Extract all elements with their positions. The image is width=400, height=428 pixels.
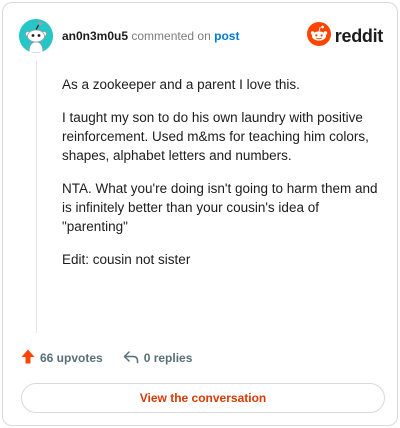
reddit-brand[interactable]: reddit <box>306 21 384 51</box>
comment-card: an0n3m0u5 commented on post reddit As a … <box>2 2 398 426</box>
reply-count: 0 replies <box>143 351 193 365</box>
thread-line <box>36 61 37 333</box>
upvote-button[interactable]: 66 upvotes <box>21 349 103 367</box>
upvote-arrow-icon <box>21 349 35 367</box>
comment-body: As a zookeeper and a parent I love this.… <box>62 75 382 283</box>
reply-button[interactable]: 0 replies <box>123 350 193 367</box>
snoo-avatar-icon[interactable] <box>19 19 53 53</box>
comment-paragraph: I taught my son to do his own laundry wi… <box>62 110 369 163</box>
comment-paragraph: As a zookeeper and a parent I love this. <box>62 77 300 92</box>
comment-actions: 66 upvotes 0 replies <box>21 349 192 367</box>
comment-paragraph: NTA. What you're doing isn't going to ha… <box>62 181 378 234</box>
reddit-logo-icon <box>306 21 331 51</box>
comment-paragraph: Edit: cousin not sister <box>62 252 191 267</box>
view-conversation-button[interactable]: View the conversation <box>21 383 385 413</box>
username[interactable]: an0n3m0u5 <box>62 29 128 43</box>
reply-arrow-icon <box>123 350 139 367</box>
brand-name: reddit <box>334 25 384 46</box>
comment-header: an0n3m0u5 commented on post reddit <box>19 19 383 53</box>
upvote-count: 66 upvotes <box>40 351 103 365</box>
post-link[interactable]: post <box>214 29 239 43</box>
action-text: commented on <box>131 29 211 43</box>
comment-meta: an0n3m0u5 commented on post <box>62 29 239 43</box>
